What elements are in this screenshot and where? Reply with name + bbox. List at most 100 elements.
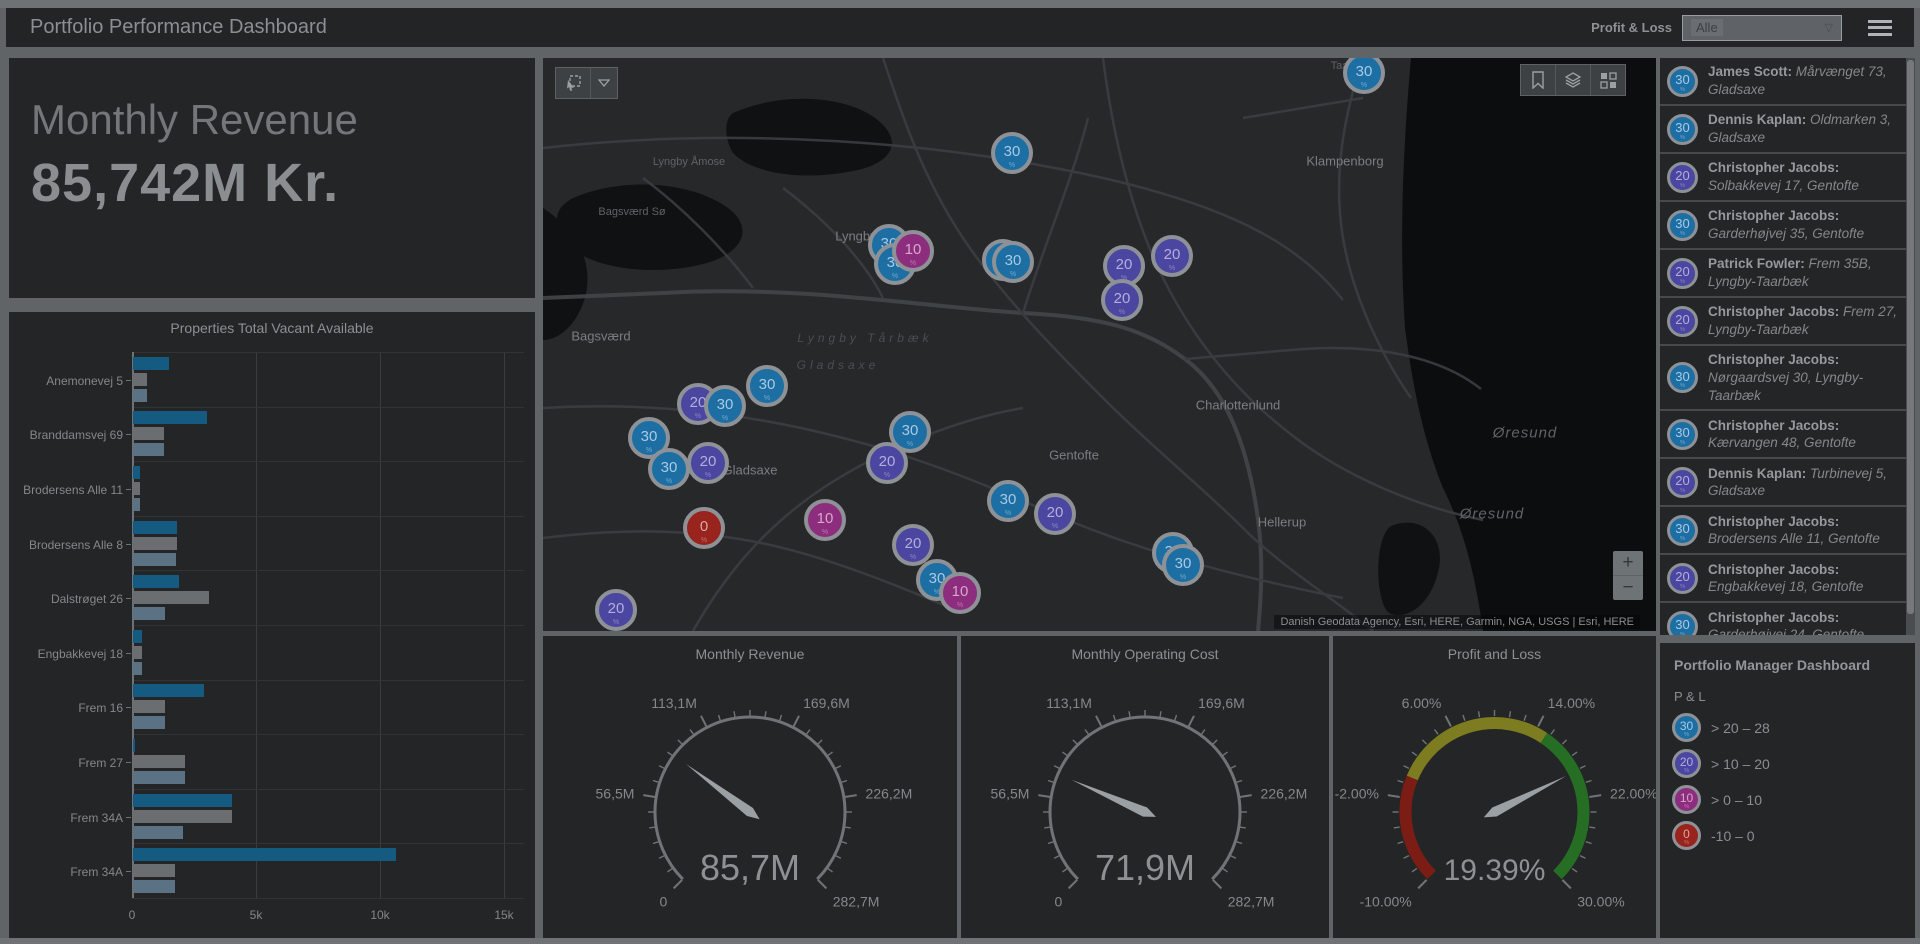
- bar-vacant-7: [133, 755, 186, 768]
- list-item[interactable]: 30% Christopher Jacobs: Garderhøjvej 35, …: [1660, 202, 1906, 250]
- cluster-badge-30[interactable]: 30%: [987, 480, 1029, 522]
- page-title: Portfolio Performance Dashboard: [30, 16, 327, 38]
- page-top-strip: [0, 0, 1920, 8]
- list-item[interactable]: 30% Dennis Kaplan: Oldmarken 3, Gladsaxe: [1660, 106, 1906, 154]
- bar-available-3: [133, 552, 177, 566]
- list-scrollbar[interactable]: [1906, 58, 1915, 635]
- bar-vacant-5: [133, 645, 143, 659]
- bar-category-label: Dalstrøget 26: [50, 592, 123, 607]
- map-zoom-control: + −: [1613, 551, 1643, 600]
- property-list: 30% James Scott: Mårvænget 73, Gladsaxe 30…: [1660, 58, 1906, 635]
- legend-item-label: -10 – 0: [1711, 827, 1755, 844]
- cluster-badge-10[interactable]: 10%: [892, 230, 934, 272]
- list-item[interactable]: 30% Christopher Jacobs: Garderhøjvej 24, …: [1660, 603, 1906, 635]
- cluster-badge-30[interactable]: 30%: [1162, 544, 1204, 586]
- svg-text:226,2M: 226,2M: [1261, 786, 1308, 802]
- cluster-badge-20[interactable]: 20%: [1034, 493, 1076, 535]
- map-place-label: Gladsaxe: [796, 358, 880, 372]
- list-item[interactable]: 30% Christopher Jacobs: Kærvangen 48, Gen…: [1660, 411, 1906, 460]
- map-place-label: Gentofte: [1049, 447, 1099, 463]
- cluster-badge-30[interactable]: 30%: [648, 448, 690, 490]
- map-place-label: Lyngby Tårbæk: [797, 331, 933, 345]
- select-tool-dropdown[interactable]: [590, 68, 617, 98]
- bookmarks-button[interactable]: [1521, 65, 1555, 95]
- bar-chart-plot: Anemonevej 5 Branddamsvej 69 Brodersens Al…: [9, 312, 535, 938]
- bar-total-4: [133, 575, 180, 589]
- cluster-badge-30: 30%: [1667, 418, 1698, 450]
- cluster-badge-30[interactable]: 30%: [746, 365, 788, 407]
- cluster-badge-30: 30%: [1667, 113, 1698, 145]
- svg-text:56,5M: 56,5M: [596, 786, 635, 802]
- legend-rows: 30% > 20 – 28 20% > 10 – 20 10% > 0 – 10 0% -10…: [1660, 713, 1915, 850]
- map-place-label: Hellerup: [1257, 514, 1307, 530]
- list-item[interactable]: 30% Christopher Jacobs: Nørgaardsvej 30, …: [1660, 346, 1906, 412]
- svg-text:14.00%: 14.00%: [1548, 695, 1595, 711]
- list-item[interactable]: 20% Christopher Jacobs: Solbakkevej 17, G…: [1660, 154, 1906, 202]
- cluster-badge-20[interactable]: 20%: [1101, 279, 1143, 321]
- gauge-title: Monthly Revenue: [695, 646, 805, 662]
- cluster-badge-10[interactable]: 10%: [804, 499, 846, 541]
- cluster-badge-20[interactable]: 20%: [866, 442, 908, 484]
- bar-category-label: Frem 16: [78, 701, 123, 716]
- filter-selected-value: Alle: [1691, 19, 1723, 36]
- list-item-text: James Scott: Mårvænget 73, Gladsaxe: [1708, 64, 1887, 97]
- cluster-badge-20[interactable]: 20%: [595, 589, 637, 631]
- cluster-badge-30[interactable]: 30%: [991, 132, 1033, 174]
- list-item-text: Christopher Jacobs: Engbakkevej 18, Gent…: [1708, 561, 1864, 595]
- cluster-badge-30: 30%: [1667, 362, 1698, 394]
- zoom-in-button[interactable]: +: [1613, 551, 1643, 575]
- legend-item-label: > 10 – 20: [1711, 755, 1770, 772]
- gauge-title: Monthly Operating Cost: [1071, 646, 1219, 662]
- list-item[interactable]: 30% Christopher Jacobs: Brodersens Alle 1…: [1660, 507, 1906, 556]
- list-item[interactable]: 20% Patrick Fowler: Frem 35B, Lyngby-Taar…: [1660, 250, 1906, 298]
- bar-available-7: [133, 771, 186, 784]
- bar-available-9: [133, 880, 176, 894]
- list-item[interactable]: 20% Christopher Jacobs: Frem 27, Lyngby-T…: [1660, 298, 1906, 346]
- legend-item: 30% > 20 – 28: [1672, 713, 1915, 742]
- indicator-title: Monthly Revenue: [31, 96, 358, 143]
- map-place-label: Øresund: [1492, 424, 1558, 442]
- basemap-gallery-button[interactable]: [1590, 65, 1625, 95]
- list-item[interactable]: 20% Dennis Kaplan: Turbinevej 5, Gladsaxe: [1660, 459, 1906, 508]
- cluster-badge-30[interactable]: 30%: [704, 385, 746, 427]
- map-place-label: Bagsværd Sø: [598, 206, 666, 218]
- bar-total-9: [133, 848, 396, 862]
- bar-total-3: [133, 520, 178, 534]
- cluster-badge-0: 0%: [1672, 821, 1701, 850]
- legend-item: 10% > 0 – 10: [1672, 785, 1915, 814]
- bar-category-label: Frem 34A: [70, 810, 123, 825]
- select-tool-button[interactable]: [556, 68, 590, 98]
- map-place-label: Lyngby Åmose: [652, 156, 726, 168]
- gauge-title: Profit and Loss: [1447, 646, 1542, 662]
- cluster-badge-0[interactable]: 0%: [683, 507, 725, 549]
- list-item[interactable]: 20% Christopher Jacobs: Engbakkevej 18, G…: [1660, 555, 1906, 604]
- legend-item-label: > 20 – 28: [1711, 719, 1770, 736]
- bar-vacant-9: [133, 864, 176, 878]
- chevron-down-icon: ▽: [1824, 22, 1833, 34]
- list-item-text: Christopher Jacobs: Frem 27, Lyngby-Taar…: [1708, 304, 1898, 337]
- menu-hamburger-icon[interactable]: [1868, 19, 1892, 36]
- bar-total-1: [133, 411, 208, 425]
- cluster-badge-30[interactable]: 30%: [992, 241, 1034, 283]
- list-item-text: Christopher Jacobs: Garderhøjvej 35, Gen…: [1708, 208, 1865, 241]
- bar-total-5: [133, 629, 143, 643]
- svg-text:0: 0: [1054, 894, 1062, 910]
- svg-text:30.00%: 30.00%: [1577, 894, 1624, 910]
- list-item[interactable]: 30% James Scott: Mårvænget 73, Gladsaxe: [1660, 58, 1906, 106]
- cluster-badge-20: 20%: [1667, 161, 1698, 193]
- map-panel[interactable]: TaarbækLyngby ÅmoseKlampenborgBagsværd S…: [543, 58, 1656, 631]
- list-scrollbar-thumb[interactable]: [1907, 60, 1914, 614]
- filter-select[interactable]: Alle ▽: [1682, 14, 1842, 41]
- cluster-badge-10[interactable]: 10%: [939, 572, 981, 614]
- bar-category-label: Brodersens Alle 8: [28, 537, 123, 552]
- legend-panel: Portfolio Manager Dashboard P & L 30% > 2…: [1660, 643, 1915, 938]
- gauge-dial: 0 56,5M 113,1M 169,6M 226,2M 282,7M 85,7M: [543, 662, 957, 937]
- list-item-text: Christopher Jacobs: Kærvangen 48, Gentof…: [1708, 417, 1856, 451]
- layers-button[interactable]: [1555, 65, 1590, 95]
- cluster-badge-30: 30%: [1667, 65, 1698, 97]
- svg-text:282,7M: 282,7M: [833, 894, 880, 910]
- cluster-badge-20[interactable]: 20%: [687, 442, 729, 484]
- zoom-out-button[interactable]: −: [1613, 575, 1643, 600]
- cluster-badge-20[interactable]: 20%: [892, 524, 934, 566]
- cluster-badge-20[interactable]: 20%: [1151, 235, 1193, 277]
